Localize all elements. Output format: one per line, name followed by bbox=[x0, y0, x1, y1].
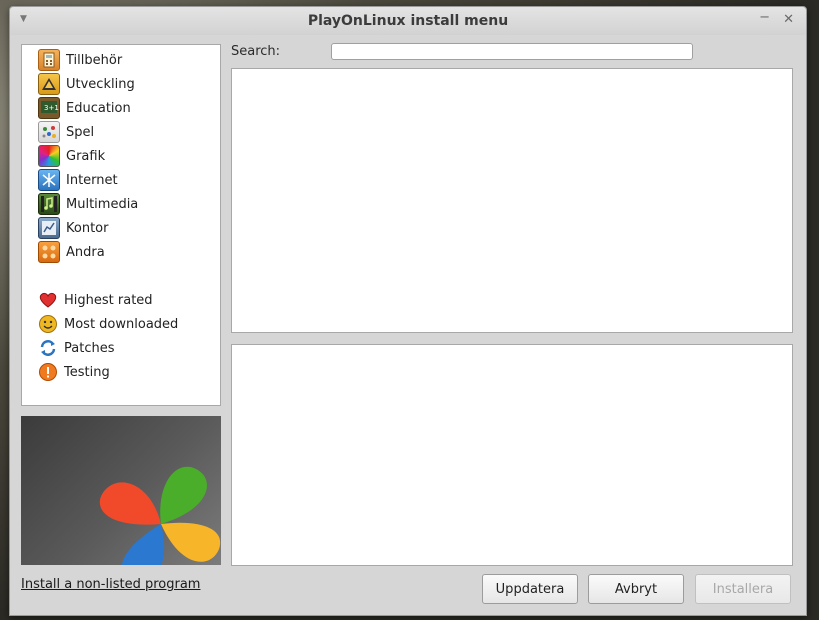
category-item-internet[interactable]: Internet bbox=[38, 169, 118, 191]
close-icon[interactable]: ✕ bbox=[783, 12, 794, 27]
category-item-education[interactable]: 3+1 Education bbox=[38, 97, 131, 119]
category-label: Utveckling bbox=[66, 76, 135, 92]
globe-icon bbox=[38, 169, 60, 191]
category-label: Kontor bbox=[66, 220, 109, 236]
color-palette-icon bbox=[38, 145, 60, 167]
music-note-icon bbox=[38, 193, 60, 215]
category-item-grafik[interactable]: Grafik bbox=[38, 145, 105, 167]
svg-text:3+1: 3+1 bbox=[44, 104, 59, 112]
office-chart-icon bbox=[38, 217, 60, 239]
install-non-listed-link[interactable]: Install a non-listed program bbox=[21, 577, 200, 592]
category-label: Andra bbox=[66, 244, 105, 260]
filter-item-testing[interactable]: Testing bbox=[38, 361, 110, 383]
search-label: Search: bbox=[231, 44, 281, 59]
warning-icon bbox=[38, 362, 58, 382]
development-icon bbox=[38, 73, 60, 95]
category-label: Tillbehör bbox=[66, 52, 123, 68]
update-button[interactable]: Uppdatera bbox=[482, 574, 578, 604]
playonlinux-logo-icon bbox=[99, 466, 221, 565]
category-label: Grafik bbox=[66, 148, 106, 164]
category-item-tillbehor[interactable]: Tillbehör bbox=[38, 49, 122, 71]
filter-label: Most downloaded bbox=[64, 316, 179, 332]
category-label: Education bbox=[66, 100, 131, 116]
install-button[interactable]: Installera bbox=[695, 574, 791, 604]
category-item-multimedia[interactable]: Multimedia bbox=[38, 193, 138, 215]
category-label: Internet bbox=[66, 172, 118, 188]
category-list: Tillbehör Utveckling 3+1 Education Spel … bbox=[21, 44, 221, 406]
category-item-utveckling[interactable]: Utveckling bbox=[38, 73, 135, 95]
filter-label: Patches bbox=[64, 340, 115, 356]
category-label: Multimedia bbox=[66, 196, 139, 212]
filter-label: Testing bbox=[64, 364, 110, 380]
cancel-button[interactable]: Avbryt bbox=[588, 574, 684, 604]
calculator-icon bbox=[38, 49, 60, 71]
program-list[interactable] bbox=[231, 68, 793, 333]
search-input[interactable] bbox=[331, 43, 693, 60]
gamepad-icon bbox=[38, 121, 60, 143]
misc-icon bbox=[38, 241, 60, 263]
install-menu-window: ▼ PlayOnLinux install menu − ✕ Tillbehör… bbox=[9, 6, 807, 616]
category-label: Spel bbox=[66, 124, 95, 140]
smiley-icon bbox=[38, 314, 58, 334]
heart-icon bbox=[38, 290, 58, 310]
filter-item-most-downloaded[interactable]: Most downloaded bbox=[38, 313, 178, 335]
category-item-spel[interactable]: Spel bbox=[38, 121, 94, 143]
filter-label: Highest rated bbox=[64, 292, 153, 308]
program-description bbox=[231, 344, 793, 566]
category-item-andra[interactable]: Andra bbox=[38, 241, 105, 263]
category-item-kontor[interactable]: Kontor bbox=[38, 217, 108, 239]
refresh-icon bbox=[38, 338, 58, 358]
chalkboard-icon: 3+1 bbox=[38, 97, 60, 119]
minimize-icon[interactable]: − bbox=[759, 10, 770, 25]
playonlinux-banner bbox=[21, 416, 221, 565]
window-title: PlayOnLinux install menu bbox=[307, 13, 509, 29]
title-bar[interactable]: ▼ PlayOnLinux install menu − ✕ bbox=[10, 7, 806, 35]
filter-item-highest-rated[interactable]: Highest rated bbox=[38, 289, 153, 311]
filter-item-patches[interactable]: Patches bbox=[38, 337, 114, 359]
